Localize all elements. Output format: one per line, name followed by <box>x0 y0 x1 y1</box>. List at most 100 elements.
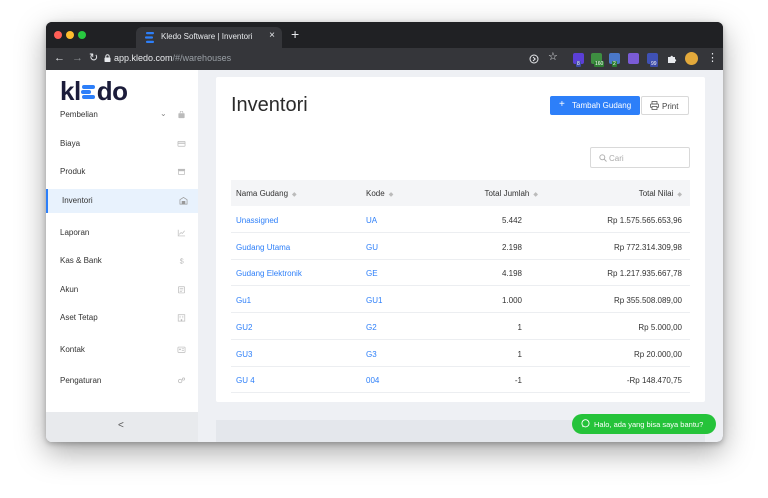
sidebar-item-label: Akun <box>60 285 79 294</box>
warehouse-code-link[interactable]: GU1 <box>366 296 382 305</box>
warehouse-code-link[interactable]: G2 <box>366 323 377 332</box>
sidebar-item-label: Pembelian <box>60 110 98 119</box>
url-host: app.kledo.com <box>114 53 173 63</box>
add-warehouse-button[interactable]: + Tambah Gudang <box>550 96 640 115</box>
chevron-down-icon[interactable]: ⌄ <box>160 109 167 118</box>
extension-badge-count: 160 <box>594 61 605 67</box>
sidebar-item-label: Aset Tetap <box>60 313 98 322</box>
printer-icon <box>650 101 659 110</box>
search-icon <box>599 154 607 162</box>
sidebar-item-kontak[interactable]: Kontak <box>46 338 198 362</box>
total-quantity: 5.442 <box>501 216 522 225</box>
sidebar-item-label: Pengaturan <box>60 376 102 385</box>
browser-menu-icon[interactable]: ⋮ <box>707 52 718 64</box>
building-icon <box>177 314 186 322</box>
sidebar: kl do Pembelian ⌄ Biaya Produk Inventori Lapor… <box>46 70 198 442</box>
warehouse-code-link[interactable]: UA <box>366 216 377 225</box>
forward-arrow-icon[interactable]: → <box>72 52 83 64</box>
bookmark-star-icon[interactable]: ☆ <box>548 51 558 63</box>
sidebar-item-kas-bank[interactable]: Kas & Bank $ <box>46 249 198 273</box>
warehouse-icon <box>179 197 188 205</box>
warehouse-code-link[interactable]: GU <box>366 243 378 252</box>
sidebar-item-aset-tetap[interactable]: Aset Tetap <box>46 306 198 330</box>
collapse-chevron-icon[interactable]: < <box>118 420 124 431</box>
contact-card-icon <box>177 346 186 353</box>
sidebar-item-biaya[interactable]: Biaya <box>46 132 198 156</box>
app-area: kl do Pembelian ⌄ Biaya Produk Inventori Lapor… <box>46 70 723 442</box>
extension-badge-count: 2 <box>612 61 617 67</box>
column-header-total-nilai[interactable]: Total Nilai ◆ <box>639 189 682 198</box>
extension-badge-count: 8 <box>576 61 581 67</box>
table-header: Nama Gudang ◆ Kode ◆ Total Jumlah ◆ Total N… <box>231 180 690 206</box>
table-row: Gu1 GU1 1.000 Rp 355.508.089,00 <box>231 286 690 314</box>
browser-window: Kledo Software | Inventori × + ← → ↻ app… <box>46 22 723 442</box>
total-quantity: 4.198 <box>501 269 522 279</box>
table-row: GU 4 004 -1 -Rp 148.470,75 <box>231 366 690 394</box>
total-value: Rp 5.000,00 <box>638 322 682 332</box>
profile-avatar[interactable] <box>685 52 698 65</box>
sort-icon[interactable]: ◆ <box>389 192 394 198</box>
sidebar-item-pengaturan[interactable]: Pengaturan <box>46 369 198 393</box>
gears-icon <box>177 377 186 384</box>
sidebar-collapse-bar[interactable]: < <box>46 412 198 442</box>
tab-title: Kledo Software | Inventori <box>161 32 253 41</box>
install-app-icon[interactable] <box>529 54 539 64</box>
whatsapp-chat-button[interactable]: Halo, ada yang bisa saya bantu? <box>572 414 716 434</box>
sort-icon[interactable]: ◆ <box>677 192 682 198</box>
sidebar-item-akun[interactable]: Akun <box>46 278 198 302</box>
tab-bar: Kledo Software | Inventori × + <box>46 22 723 48</box>
warehouse-name-link[interactable]: GU3 <box>236 350 252 359</box>
close-window-dot[interactable] <box>54 31 62 39</box>
extension-badge-count: 99 <box>650 61 658 67</box>
sidebar-item-produk[interactable]: Produk <box>46 160 198 184</box>
search-box[interactable] <box>590 147 690 168</box>
total-value: Rp 1.575.565.653,96 <box>607 216 682 225</box>
chart-icon <box>177 229 186 237</box>
table-row: GU2 G2 1 Rp 5.000,00 <box>231 313 690 340</box>
browser-toolbar: ← → ↻ app.kledo.com/#/warehouses ☆ 8 160 2… <box>46 48 723 70</box>
sidebar-item-pembelian[interactable]: Pembelian ⌄ <box>46 103 198 127</box>
table-row: Unassigned UA 5.442 Rp 1.575.565.653,96 <box>231 206 690 233</box>
sidebar-item-label: Produk <box>60 167 86 176</box>
warehouse-code-link[interactable]: G3 <box>366 350 377 359</box>
box-icon <box>177 168 186 175</box>
browser-tab[interactable]: Kledo Software | Inventori × <box>136 27 282 48</box>
address-bar[interactable]: app.kledo.com/#/warehouses <box>114 51 231 65</box>
warehouse-name-link[interactable]: Gudang Elektronik <box>236 269 302 278</box>
extensions-puzzle-icon[interactable] <box>667 54 677 64</box>
minimize-window-dot[interactable] <box>66 31 74 39</box>
sidebar-item-label: Kas & Bank <box>60 256 102 265</box>
reload-icon[interactable]: ↻ <box>89 52 98 64</box>
column-header-nama-gudang[interactable]: Nama Gudang ◆ <box>236 189 297 198</box>
total-value: Rp 1.217.935.667,78 <box>607 269 682 279</box>
warehouse-name-link[interactable]: Gudang Utama <box>236 243 290 252</box>
back-arrow-icon[interactable]: ← <box>54 52 65 64</box>
warehouse-name-link[interactable]: GU2 <box>236 323 252 332</box>
column-header-total-jumlah[interactable]: Total Jumlah ◆ <box>484 189 538 198</box>
warehouse-code-link[interactable]: 004 <box>366 376 379 385</box>
column-header-kode[interactable]: Kode ◆ <box>366 189 393 198</box>
new-tab-button[interactable]: + <box>291 27 299 41</box>
print-label: Print <box>662 102 679 111</box>
warehouse-name-link[interactable]: Unassigned <box>236 216 278 225</box>
sort-icon[interactable]: ◆ <box>533 192 538 198</box>
maximize-window-dot[interactable] <box>78 31 86 39</box>
sidebar-item-inventori[interactable]: Inventori <box>46 189 198 213</box>
card-icon <box>177 140 186 147</box>
table-row: GU3 G3 1 Rp 20.000,00 <box>231 340 690 367</box>
sidebar-item-label: Biaya <box>60 139 81 148</box>
warehouse-name-link[interactable]: Gu1 <box>236 296 251 305</box>
warehouse-name-link[interactable]: GU 4 <box>236 376 255 385</box>
search-input[interactable] <box>609 151 685 165</box>
tab-close-icon[interactable]: × <box>269 30 275 41</box>
sidebar-item-label: Laporan <box>60 228 90 237</box>
warehouse-code-link[interactable]: GE <box>366 269 378 278</box>
dollar-icon: $ <box>180 258 184 265</box>
sidebar-item-laporan[interactable]: Laporan <box>46 221 198 245</box>
total-quantity: 1 <box>517 349 522 359</box>
print-button[interactable]: Print <box>641 96 689 115</box>
extension-badge-4-icon[interactable] <box>628 53 639 64</box>
total-quantity: -1 <box>514 376 522 386</box>
sort-icon[interactable]: ◆ <box>292 192 297 198</box>
total-value: Rp 772.314.309,98 <box>613 242 682 252</box>
